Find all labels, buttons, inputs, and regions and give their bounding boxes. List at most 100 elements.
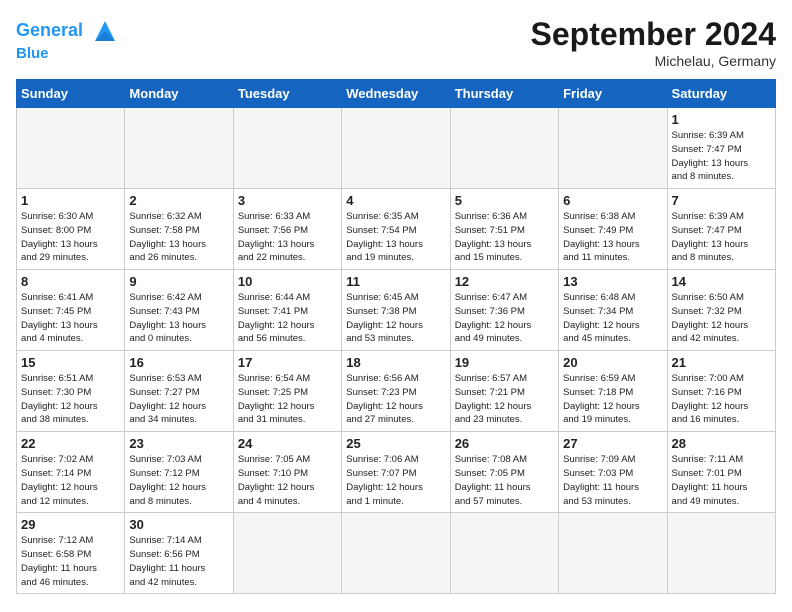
day-number: 9 (129, 274, 228, 289)
day-info: Sunrise: 6:47 AM Sunset: 7:36 PM Dayligh… (455, 291, 554, 346)
calendar-day: 4 Sunrise: 6:35 AM Sunset: 7:54 PM Daylig… (342, 189, 450, 270)
calendar-day: 12Sunrise: 6:47 AM Sunset: 7:36 PM Dayli… (450, 270, 558, 351)
day-info: Sunrise: 6:30 AM Sunset: 8:00 PM Dayligh… (21, 210, 120, 265)
calendar-week-3: 8 Sunrise: 6:41 AM Sunset: 7:45 PM Daylig… (17, 270, 776, 351)
calendar-day: 1 Sunrise: 6:39 AM Sunset: 7:47 PM Daylig… (667, 108, 775, 189)
calendar-day: 25 Sunrise: 7:06 AM Sunset: 7:07 PM Dayli… (342, 432, 450, 513)
day-number: 10 (238, 274, 337, 289)
calendar-day (233, 513, 341, 594)
day-info: Sunrise: 6:48 AM Sunset: 7:34 PM Dayligh… (563, 291, 662, 346)
calendar-day: 8 Sunrise: 6:41 AM Sunset: 7:45 PM Daylig… (17, 270, 125, 351)
calendar-day: 23 Sunrise: 7:03 AM Sunset: 7:12 PM Dayli… (125, 432, 233, 513)
day-info: Sunrise: 6:39 AM Sunset: 7:47 PM Dayligh… (672, 210, 771, 265)
calendar-day: 11 Sunrise: 6:45 AM Sunset: 7:38 PM Dayli… (342, 270, 450, 351)
day-info: Sunrise: 7:00 AM Sunset: 7:16 PM Dayligh… (672, 372, 771, 427)
day-info: Sunrise: 7:14 AM Sunset: 6:56 PM Dayligh… (129, 534, 228, 589)
calendar-day: 2 Sunrise: 6:32 AM Sunset: 7:58 PM Daylig… (125, 189, 233, 270)
calendar-day: 20 Sunrise: 6:59 AM Sunset: 7:18 PM Dayli… (559, 351, 667, 432)
day-number: 16 (129, 355, 228, 370)
day-number: 14 (672, 274, 771, 289)
day-info: Sunrise: 6:32 AM Sunset: 7:58 PM Dayligh… (129, 210, 228, 265)
header-friday: Friday (559, 80, 667, 108)
day-number: 4 (346, 193, 445, 208)
day-number: 22 (21, 436, 120, 451)
day-number: 1 (672, 112, 771, 127)
day-number: 11 (346, 274, 445, 289)
location: Michelau, Germany (531, 53, 776, 69)
day-number: 5 (455, 193, 554, 208)
logo-icon (90, 16, 120, 46)
day-info: Sunrise: 7:11 AM Sunset: 7:01 PM Dayligh… (672, 453, 771, 508)
calendar-week-1: 1 Sunrise: 6:39 AM Sunset: 7:47 PM Daylig… (17, 108, 776, 189)
day-info: Sunrise: 6:50 AM Sunset: 7:32 PM Dayligh… (672, 291, 771, 346)
calendar-header-row: SundayMondayTuesdayWednesdayThursdayFrid… (17, 80, 776, 108)
day-number: 21 (672, 355, 771, 370)
calendar-week-6: 29 Sunrise: 7:12 AM Sunset: 6:58 PM Dayli… (17, 513, 776, 594)
day-info: Sunrise: 6:51 AM Sunset: 7:30 PM Dayligh… (21, 372, 120, 427)
day-number: 28 (672, 436, 771, 451)
calendar-day (17, 108, 125, 189)
day-info: Sunrise: 6:39 AM Sunset: 7:47 PM Dayligh… (672, 129, 771, 184)
logo-text: General (16, 16, 120, 46)
calendar-day: 9 Sunrise: 6:42 AM Sunset: 7:43 PM Daylig… (125, 270, 233, 351)
day-info: Sunrise: 6:36 AM Sunset: 7:51 PM Dayligh… (455, 210, 554, 265)
day-info: Sunrise: 7:03 AM Sunset: 7:12 PM Dayligh… (129, 453, 228, 508)
day-info: Sunrise: 7:05 AM Sunset: 7:10 PM Dayligh… (238, 453, 337, 508)
calendar-day: 18Sunrise: 6:56 AM Sunset: 7:23 PM Dayli… (342, 351, 450, 432)
day-number: 27 (563, 436, 662, 451)
day-info: Sunrise: 6:41 AM Sunset: 7:45 PM Dayligh… (21, 291, 120, 346)
day-info: Sunrise: 7:12 AM Sunset: 6:58 PM Dayligh… (21, 534, 120, 589)
calendar-day: 22 Sunrise: 7:02 AM Sunset: 7:14 PM Dayli… (17, 432, 125, 513)
calendar-day: 19 Sunrise: 6:57 AM Sunset: 7:21 PM Dayli… (450, 351, 558, 432)
day-info: Sunrise: 6:57 AM Sunset: 7:21 PM Dayligh… (455, 372, 554, 427)
day-number: 1 (21, 193, 120, 208)
logo-blue-text: Blue (16, 46, 120, 63)
calendar-day: 29 Sunrise: 7:12 AM Sunset: 6:58 PM Dayli… (17, 513, 125, 594)
calendar-day (342, 513, 450, 594)
day-number: 2 (129, 193, 228, 208)
day-info: Sunrise: 6:42 AM Sunset: 7:43 PM Dayligh… (129, 291, 228, 346)
day-info: Sunrise: 7:09 AM Sunset: 7:03 PM Dayligh… (563, 453, 662, 508)
header-thursday: Thursday (450, 80, 558, 108)
day-info: Sunrise: 7:02 AM Sunset: 7:14 PM Dayligh… (21, 453, 120, 508)
day-number: 29 (21, 517, 120, 532)
day-info: Sunrise: 6:54 AM Sunset: 7:25 PM Dayligh… (238, 372, 337, 427)
day-number: 20 (563, 355, 662, 370)
day-number: 17 (238, 355, 337, 370)
calendar-day (559, 513, 667, 594)
day-info: Sunrise: 6:59 AM Sunset: 7:18 PM Dayligh… (563, 372, 662, 427)
day-number: 23 (129, 436, 228, 451)
calendar-table: SundayMondayTuesdayWednesdayThursdayFrid… (16, 79, 776, 594)
calendar-day (342, 108, 450, 189)
day-info: Sunrise: 7:08 AM Sunset: 7:05 PM Dayligh… (455, 453, 554, 508)
day-number: 26 (455, 436, 554, 451)
day-info: Sunrise: 6:45 AM Sunset: 7:38 PM Dayligh… (346, 291, 445, 346)
day-info: Sunrise: 6:35 AM Sunset: 7:54 PM Dayligh… (346, 210, 445, 265)
calendar-day: 6 Sunrise: 6:38 AM Sunset: 7:49 PM Daylig… (559, 189, 667, 270)
calendar-day: 24Sunrise: 7:05 AM Sunset: 7:10 PM Dayli… (233, 432, 341, 513)
header-wednesday: Wednesday (342, 80, 450, 108)
calendar-day: 13Sunrise: 6:48 AM Sunset: 7:34 PM Dayli… (559, 270, 667, 351)
day-info: Sunrise: 7:06 AM Sunset: 7:07 PM Dayligh… (346, 453, 445, 508)
calendar-day: 10Sunrise: 6:44 AM Sunset: 7:41 PM Dayli… (233, 270, 341, 351)
calendar-day: 27 Sunrise: 7:09 AM Sunset: 7:03 PM Dayli… (559, 432, 667, 513)
calendar-week-5: 22 Sunrise: 7:02 AM Sunset: 7:14 PM Dayli… (17, 432, 776, 513)
header-tuesday: Tuesday (233, 80, 341, 108)
day-number: 19 (455, 355, 554, 370)
calendar-day: 3Sunrise: 6:33 AM Sunset: 7:56 PM Daylig… (233, 189, 341, 270)
day-number: 25 (346, 436, 445, 451)
day-info: Sunrise: 6:38 AM Sunset: 7:49 PM Dayligh… (563, 210, 662, 265)
day-number: 8 (21, 274, 120, 289)
month-title: September 2024 (531, 16, 776, 53)
calendar-day: 30Sunrise: 7:14 AM Sunset: 6:56 PM Dayli… (125, 513, 233, 594)
header-sunday: Sunday (17, 80, 125, 108)
calendar-day: 17 Sunrise: 6:54 AM Sunset: 7:25 PM Dayli… (233, 351, 341, 432)
day-number: 6 (563, 193, 662, 208)
header-monday: Monday (125, 80, 233, 108)
calendar-day (233, 108, 341, 189)
page-header: General Blue September 2024 Michelau, Ge… (16, 16, 776, 69)
calendar-day (125, 108, 233, 189)
day-number: 7 (672, 193, 771, 208)
calendar-day: 28 Sunrise: 7:11 AM Sunset: 7:01 PM Dayli… (667, 432, 775, 513)
calendar-week-2: 1 Sunrise: 6:30 AM Sunset: 8:00 PM Daylig… (17, 189, 776, 270)
